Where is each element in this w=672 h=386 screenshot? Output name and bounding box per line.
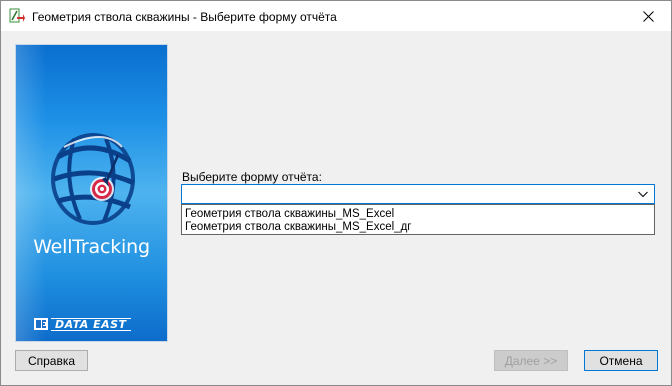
report-form-label: Выберите форму отчёта: — [182, 170, 322, 184]
report-form-combobox[interactable] — [181, 184, 655, 204]
report-form-dialog: Геометрия ствола скважины - Выберите фор… — [0, 0, 672, 386]
report-form-dropdown-list: Геометрия ствола скважины_MS_Excel Геоме… — [181, 204, 655, 235]
banner-shine — [16, 45, 46, 341]
close-button[interactable] — [625, 1, 671, 31]
cancel-button[interactable]: Отмена — [584, 350, 658, 371]
next-button[interactable]: Далее >> — [494, 350, 568, 371]
dropdown-option[interactable]: Геометрия ствола скважины_MS_Excel_дг — [185, 221, 411, 233]
title-bar: Геометрия ствола скважины - Выберите фор… — [1, 1, 671, 31]
close-icon — [642, 10, 654, 22]
vendor-name: DATA EAST — [51, 317, 131, 331]
app-icon — [9, 8, 25, 24]
data-east-icon — [34, 318, 48, 330]
dropdown-option[interactable]: Геометрия ствола скважины_MS_Excel — [185, 208, 394, 220]
chevron-down-icon — [638, 191, 648, 198]
product-name: WellTracking — [33, 236, 150, 258]
product-banner: WellTracking DATA EAST — [15, 44, 168, 342]
help-button[interactable]: Справка — [15, 350, 88, 371]
globe-target-icon — [51, 133, 136, 225]
vendor-logo: DATA EAST — [34, 317, 131, 331]
window-title: Геометрия ствола скважины - Выберите фор… — [32, 10, 337, 24]
